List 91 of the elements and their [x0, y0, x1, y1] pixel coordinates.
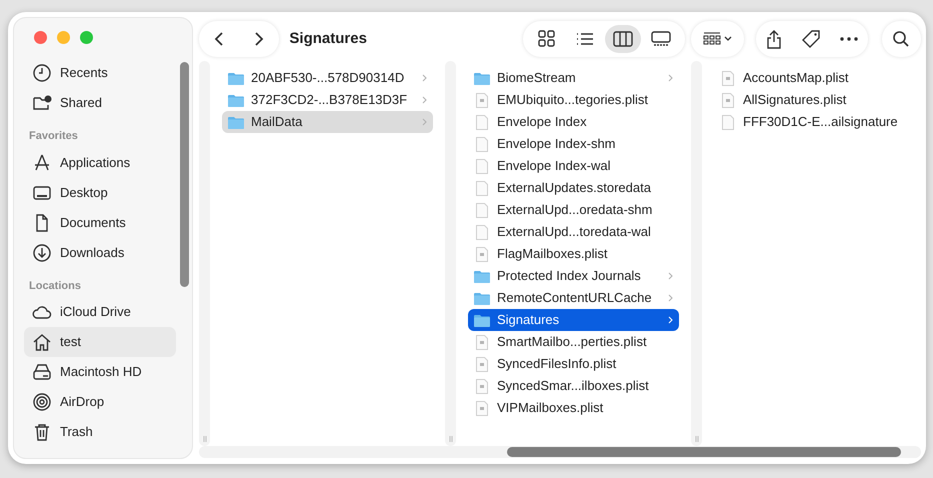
folder-icon	[474, 292, 490, 304]
download-icon	[32, 242, 52, 262]
folder-item[interactable]: MailData	[222, 111, 433, 133]
sidebar-item[interactable]: Desktop	[24, 178, 176, 208]
file-item[interactable]: AccountsMap.plist	[714, 67, 909, 89]
grid-icon	[702, 32, 721, 46]
file-icon	[476, 180, 488, 196]
file-icon	[722, 114, 734, 130]
scrollbar-thumb[interactable]	[507, 447, 901, 457]
file-icon	[476, 202, 488, 218]
file-icon	[476, 246, 488, 262]
folder-item[interactable]: 20ABF530-...578D90314D	[222, 67, 433, 89]
file-icon	[722, 70, 734, 86]
folder-item[interactable]: RemoteContentURLCache	[468, 287, 679, 309]
chevron-right-icon	[422, 74, 427, 82]
sidebar-item[interactable]: Trash	[24, 417, 176, 447]
file-icon	[476, 224, 488, 240]
sidebar-item[interactable]: iCloud Drive	[24, 297, 176, 327]
section-heading: Favorites	[28, 129, 79, 144]
chevron-right-icon	[422, 118, 427, 126]
more-icon[interactable]	[840, 37, 858, 41]
file-icon	[722, 92, 734, 108]
file-icon	[476, 158, 488, 174]
icon-view-icon	[536, 29, 557, 49]
sidebar-item[interactable]: Applications	[24, 148, 176, 178]
drive-icon	[32, 362, 52, 382]
sidebar-item[interactable]: AirDrop	[24, 387, 176, 417]
file-item[interactable]: Envelope Index-wal	[468, 155, 679, 177]
search-button[interactable]	[882, 21, 921, 57]
window-title: Signatures	[289, 28, 368, 49]
file-item[interactable]: ExternalUpd...toredata-wal	[468, 221, 679, 243]
folder-icon	[474, 72, 490, 84]
chevron-right-icon	[422, 96, 427, 104]
forward-icon[interactable]	[254, 31, 264, 47]
resize-handle-icon	[448, 436, 452, 442]
column-view-icon	[612, 29, 633, 49]
airdrop-icon	[32, 392, 52, 412]
close-button[interactable]	[34, 31, 47, 44]
chevron-right-icon	[668, 316, 673, 324]
chevron-right-icon	[668, 294, 673, 302]
sidebar-item[interactable]: Documents	[24, 208, 176, 238]
house-icon	[32, 332, 52, 352]
resize-handle-icon	[202, 436, 206, 442]
file-icon	[476, 92, 488, 108]
folder-icon	[228, 116, 244, 128]
file-item[interactable]: SyncedSmar...ilboxes.plist	[468, 375, 679, 397]
file-icon	[476, 400, 488, 416]
folder-item[interactable]: BiomeStream	[468, 67, 679, 89]
back-icon[interactable]	[214, 31, 224, 47]
tag-icon[interactable]	[800, 29, 821, 49]
sidebar-item[interactable]: Macintosh HD	[24, 357, 176, 387]
chevron-right-icon	[668, 272, 673, 280]
file-icon	[476, 356, 488, 372]
file-item[interactable]: AllSignatures.plist	[714, 89, 909, 111]
file-item[interactable]: Envelope Index-shm	[468, 133, 679, 155]
share-icon[interactable]	[766, 29, 782, 49]
trash-icon	[32, 422, 52, 442]
folder-icon	[228, 72, 244, 84]
resize-handle-icon	[694, 436, 698, 442]
clock-icon	[32, 63, 52, 83]
scrollbar-thumb[interactable]	[180, 62, 189, 287]
file-item[interactable]: FFF30D1C-E...ailsignature	[714, 111, 909, 133]
chevron-right-icon	[668, 74, 673, 82]
section-heading: Locations	[28, 278, 82, 294]
file-item[interactable]: Envelope Index	[468, 111, 679, 133]
file-item[interactable]: VIPMailboxes.plist	[468, 397, 679, 419]
apps-icon	[32, 152, 52, 172]
sidebar-item[interactable]: Recents	[24, 58, 176, 88]
folder-item[interactable]: Signatures	[468, 309, 679, 331]
sidebar-item[interactable]: test	[24, 327, 176, 357]
folder-icon	[228, 94, 244, 106]
sidebar-item[interactable]: Downloads	[24, 238, 176, 268]
folder-item[interactable]: Protected Index Journals	[468, 265, 679, 287]
file-icon	[476, 114, 488, 130]
search-icon	[892, 30, 910, 48]
chevron-down-icon	[724, 36, 732, 42]
folder-item[interactable]: 372F3CD2-...B378E13D3F	[222, 89, 433, 111]
file-item[interactable]: EMUbiquito...tegories.plist	[468, 89, 679, 111]
file-item[interactable]: SyncedFilesInfo.plist	[468, 353, 679, 375]
group-button[interactable]	[690, 21, 744, 57]
file-item[interactable]: ExternalUpd...oredata-shm	[468, 199, 679, 221]
file-item[interactable]: ExternalUpdates.storedata	[468, 177, 679, 199]
folder-icon	[474, 314, 490, 326]
file-icon	[476, 378, 488, 394]
sidebar-item[interactable]: Shared	[24, 88, 176, 118]
file-icon	[476, 136, 488, 152]
file-item[interactable]: FlagMailboxes.plist	[468, 243, 679, 265]
folder-icon	[474, 270, 490, 282]
file-item[interactable]: SmartMailbo...perties.plist	[468, 331, 679, 353]
file-icon	[476, 334, 488, 350]
view-mode-button[interactable]	[604, 25, 641, 53]
